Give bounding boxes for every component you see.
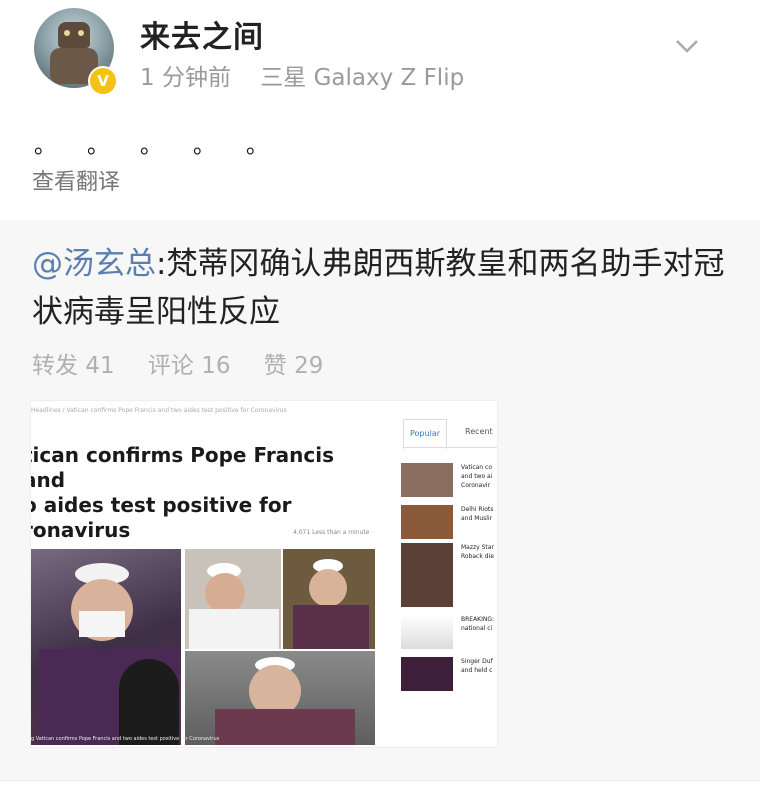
post-meta: 1 分钟前 三星 Galaxy Z Flip	[140, 58, 486, 92]
photo-pope-cough	[283, 549, 375, 649]
sidebar-title: BREAKING: national ci	[461, 616, 495, 632]
post-device: 三星 Galaxy Z Flip	[260, 65, 465, 91]
tab-popular[interactable]: Popular	[403, 419, 447, 450]
article-breadcrumb: Headlines / Vatican confirms Pope Franci…	[31, 407, 287, 414]
photo-pope-closeup	[185, 651, 375, 745]
verified-badge-icon: V	[88, 66, 118, 96]
post-text: 。 。 。 。 。	[34, 134, 280, 159]
avatar-robot-eye	[78, 30, 84, 36]
article-photo-collage	[31, 549, 375, 745]
sidebar-title: Vatican co and two ai Coronavir	[461, 464, 493, 489]
sidebar-thumb	[401, 543, 453, 607]
article-screenshot-image[interactable]: Headlines / Vatican confirms Pope Franci…	[30, 400, 498, 748]
like-count[interactable]: 赞 29	[264, 353, 324, 379]
repost-stats: 转发 41 评论 16 赞 29	[32, 346, 349, 380]
sidebar-title: Singer Duf and held c	[461, 658, 493, 674]
post-time: 1 分钟前	[140, 65, 231, 91]
mention-link[interactable]: @汤玄总	[32, 246, 156, 282]
sidebar-thumb	[401, 657, 453, 691]
repost-text: @汤玄总:梵蒂冈确认弗朗西斯教皇和两名助手对冠状病毒呈阳性反应	[32, 240, 732, 336]
translate-link[interactable]: 查看翻译	[32, 164, 120, 196]
post-header: V 来去之间 1 分钟前 三星 Galaxy Z Flip 。 。 。 。 。 …	[0, 0, 760, 220]
forward-count[interactable]: 转发 41	[32, 353, 115, 379]
footer-divider	[0, 780, 760, 801]
article-tabs: Popular Recent	[403, 419, 497, 450]
sidebar-article[interactable]: Delhi Riots and Muslir	[401, 505, 497, 539]
sidebar-article[interactable]: Mazzy Star Roback die	[401, 543, 497, 607]
tab-recent[interactable]: Recent	[465, 427, 493, 436]
sidebar-thumb	[401, 615, 453, 649]
sidebar-article[interactable]: BREAKING: national ci	[401, 615, 497, 649]
avatar-robot-head	[58, 22, 90, 48]
avatar-robot-eye	[64, 30, 70, 36]
sidebar-thumb	[401, 463, 453, 497]
sidebar-thumb	[401, 505, 453, 539]
sidebar-article[interactable]: Vatican co and two ai Coronavir	[401, 463, 497, 497]
article-headline: tican confirms Pope Francis and o aides …	[30, 443, 335, 542]
photo-pope-mask	[31, 549, 181, 745]
chevron-down-icon[interactable]	[676, 36, 698, 58]
sidebar-title: Delhi Riots and Muslir	[461, 506, 494, 522]
article-caption: g Vatican confirms Pope Francis and two …	[31, 736, 220, 742]
sidebar-title: Mazzy Star Roback die	[461, 544, 494, 560]
sidebar-article[interactable]: Singer Duf and held c	[401, 657, 497, 691]
comment-count[interactable]: 评论 16	[148, 353, 231, 379]
article-views: 4,071 Less than a minute	[293, 529, 370, 536]
username[interactable]: 来去之间	[140, 12, 264, 56]
photo-pope-crowd	[185, 549, 281, 649]
